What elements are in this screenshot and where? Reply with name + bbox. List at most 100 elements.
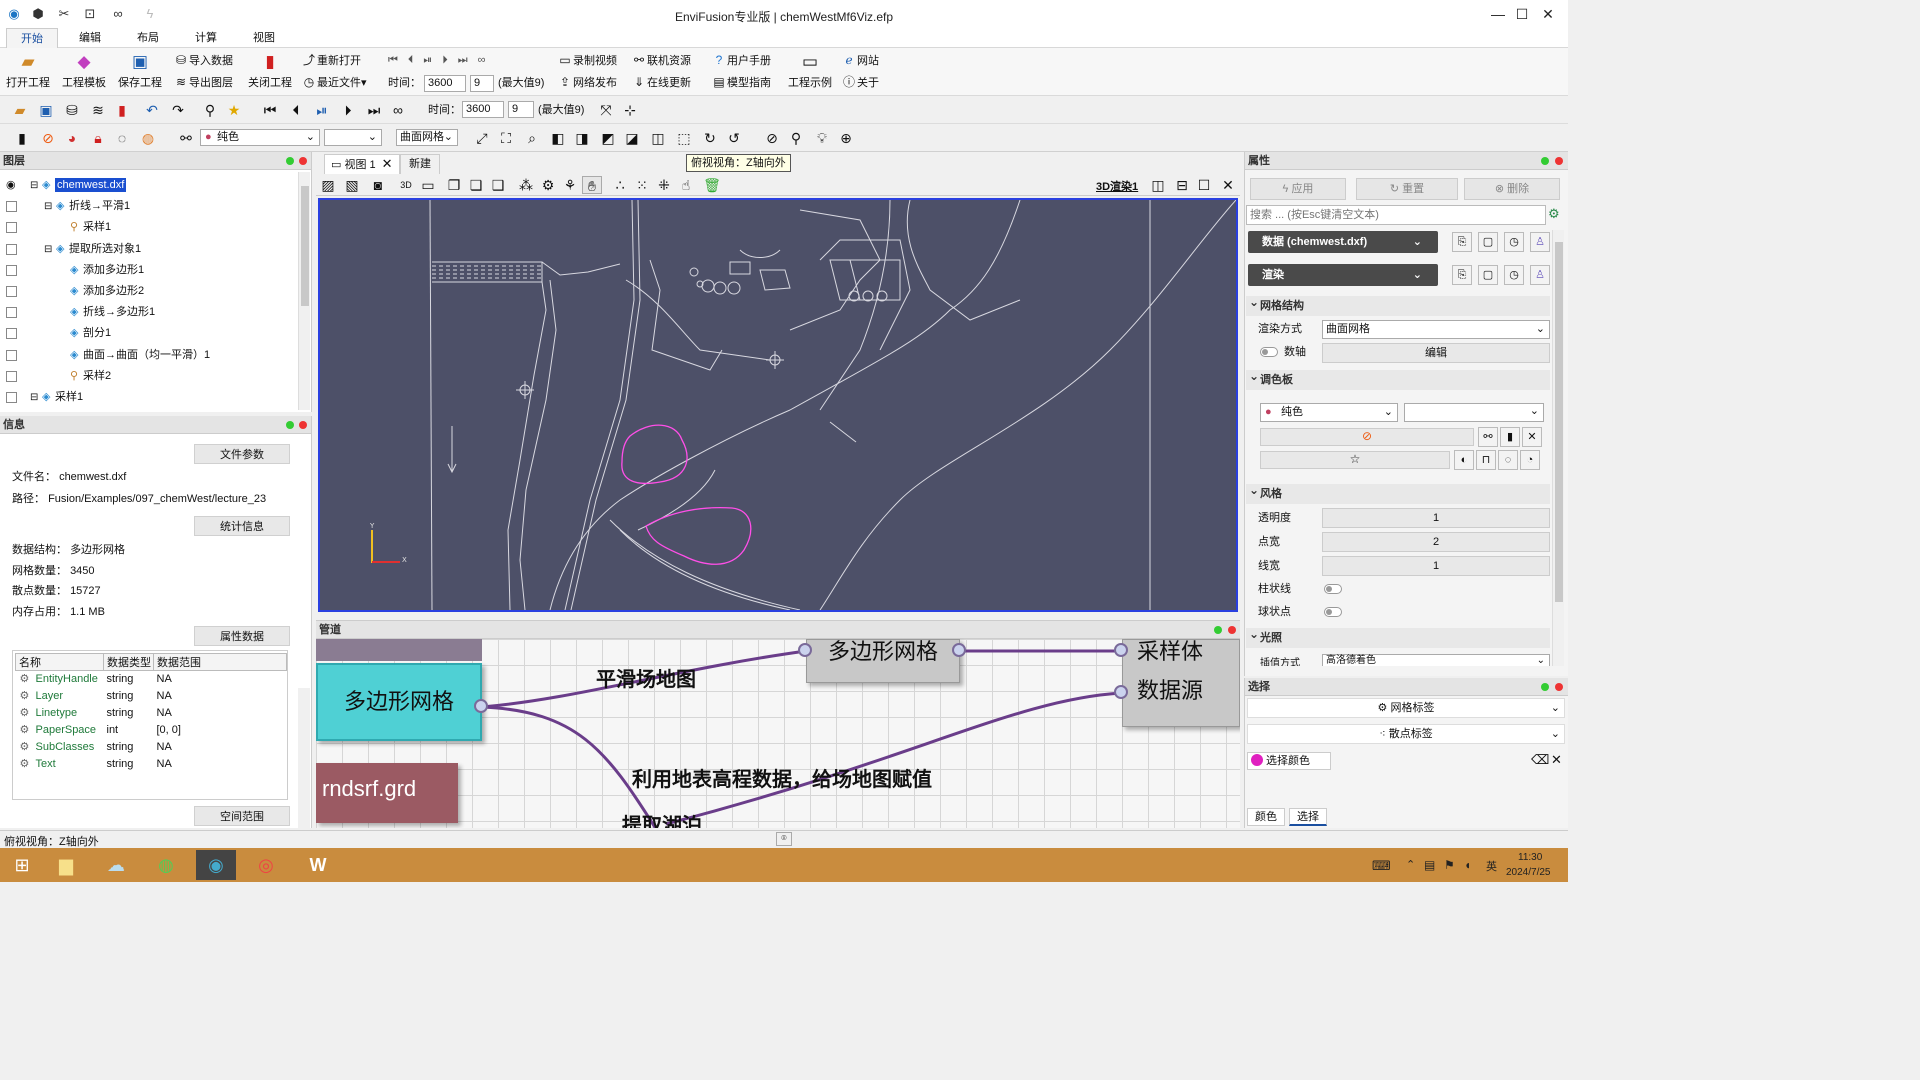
- cube-front-icon[interactable]: ◧: [548, 129, 568, 147]
- node-port[interactable]: [952, 643, 966, 657]
- prev-frame-icon[interactable]: ⏴: [286, 101, 306, 119]
- tab-close-icon[interactable]: ✕: [382, 156, 393, 171]
- cube-bottom-icon[interactable]: ◫: [648, 129, 668, 147]
- panel-float-icon[interactable]: [286, 157, 294, 165]
- tools-icon[interactable]: ✕: [1522, 427, 1542, 447]
- palette-secondary-select[interactable]: ⌄: [1404, 403, 1544, 422]
- lake-polygon-2[interactable]: [645, 506, 752, 565]
- expand-toggle-icon[interactable]: ⊟: [44, 196, 52, 217]
- chrome-icon[interactable]: ◎: [246, 850, 286, 880]
- secondary-select[interactable]: ⌄: [324, 129, 382, 146]
- line-width-value[interactable]: 1: [1322, 556, 1550, 576]
- close-project-button[interactable]: ▮ 关闭工程: [242, 50, 298, 94]
- layer-item[interactable]: ◈ 添加多边形1: [0, 260, 296, 281]
- layer-item[interactable]: ⚲ 采样1: [0, 217, 296, 238]
- panel-float-icon[interactable]: [1214, 626, 1222, 634]
- col-type[interactable]: 数据类型: [103, 653, 154, 671]
- select-nodes-icon[interactable]: ⚙: [538, 176, 558, 194]
- rotate-ccw-icon[interactable]: ↺: [724, 129, 744, 147]
- pipeline-node-poly-top[interactable]: 多边形网格: [806, 639, 960, 683]
- points-icon[interactable]: ∴: [610, 176, 630, 194]
- compass-icon[interactable]: ⊘: [762, 129, 782, 147]
- file-explorer-icon[interactable]: ▆: [46, 850, 86, 880]
- tube-toggle[interactable]: [1324, 584, 1342, 594]
- time-select[interactable]: 3600: [424, 75, 466, 92]
- expand-icon[interactable]: ⛶: [496, 129, 516, 147]
- menu-start[interactable]: 开始: [6, 28, 58, 48]
- hand-icon[interactable]: ✋︎: [582, 176, 602, 194]
- layer-item[interactable]: ◈ 曲面→曲面（均一平滑）1: [0, 345, 296, 366]
- bar-icon[interactable]: ▮: [1500, 427, 1520, 447]
- menu-compute[interactable]: 计算: [180, 28, 232, 48]
- user-icon[interactable]: ♙: [1530, 232, 1550, 252]
- panel-close-icon[interactable]: [299, 421, 307, 429]
- layer-checkbox[interactable]: [6, 286, 17, 297]
- tab-new[interactable]: 新建: [400, 154, 440, 174]
- image-icon[interactable]: ▨: [318, 176, 338, 194]
- rotate-cw-icon[interactable]: ↻: [700, 129, 720, 147]
- apply-button[interactable]: ϟ 应用: [1250, 178, 1346, 200]
- link-icon[interactable]: ⚯: [176, 129, 196, 147]
- scroll-thumb[interactable]: [301, 186, 309, 306]
- properties-scrollbar[interactable]: [1552, 230, 1564, 666]
- next-frame-icon[interactable]: ⏵: [338, 101, 358, 119]
- pipeline-node-grd[interactable]: rndsrf.grd: [316, 763, 458, 823]
- tab-color[interactable]: 颜色: [1247, 808, 1285, 826]
- lock-icon[interactable]: ⊓: [1476, 450, 1496, 470]
- layer-checkbox[interactable]: [6, 328, 17, 340]
- node-port[interactable]: [1114, 685, 1128, 699]
- import-data-button[interactable]: ⛁ 导入数据: [174, 51, 233, 69]
- maximize-button[interactable]: ☐: [1508, 4, 1536, 24]
- step-spinner-2[interactable]: 9: [508, 101, 534, 118]
- render-name[interactable]: 3D渲染1: [1096, 178, 1138, 194]
- point-select-icon[interactable]: ⁙: [632, 176, 652, 194]
- user-manual-button[interactable]: ? 用户手册: [712, 51, 771, 69]
- layer-checkbox[interactable]: [6, 243, 17, 255]
- cloud-icon[interactable]: ☁: [96, 850, 136, 880]
- first-frame-icon[interactable]: ⏮: [260, 101, 280, 119]
- volume-icon[interactable]: ◖: [1464, 858, 1471, 872]
- panel-float-icon[interactable]: [1541, 157, 1549, 165]
- selection-color-button[interactable]: 选择颜色: [1247, 752, 1331, 770]
- gradient-icon[interactable]: ◐: [1454, 450, 1474, 470]
- word-icon[interactable]: W: [298, 850, 338, 880]
- panel-close-icon[interactable]: [299, 157, 307, 165]
- open-project-button[interactable]: ▰ 打开工程: [0, 50, 56, 94]
- tab-view-1[interactable]: ▭ 视图 1 ✕: [324, 154, 400, 174]
- save-icon[interactable]: ▣: [36, 101, 56, 119]
- site-map-canvas[interactable]: Y X: [320, 200, 1236, 610]
- layer-checkbox[interactable]: [6, 222, 17, 234]
- reset-button[interactable]: ↻ 重置: [1356, 178, 1458, 200]
- expand-toggle-icon[interactable]: ⊟: [30, 175, 38, 196]
- node-port[interactable]: [474, 699, 488, 713]
- nodes-icon[interactable]: ⁂: [516, 176, 536, 194]
- pin-icon[interactable]: ⚲: [200, 101, 220, 119]
- zoom-nodes-icon[interactable]: ⚘: [560, 176, 580, 194]
- zoom-icon[interactable]: ⌕: [522, 129, 542, 147]
- gradient-icon[interactable]: ◍: [138, 129, 158, 147]
- loop-icon[interactable]: ∞: [388, 101, 408, 119]
- status-button[interactable]: ⌾: [776, 832, 792, 846]
- layer-item[interactable]: ◈ 剖分1: [0, 323, 296, 344]
- paste-icon[interactable]: ▢: [1478, 265, 1498, 285]
- table-row[interactable]: EntityHandle ⚙ string NA: [16, 671, 287, 688]
- close-window-button[interactable]: ✕: [1534, 4, 1562, 24]
- table-row[interactable]: Text ⚙ string NA: [16, 756, 287, 773]
- panel-float-icon[interactable]: [1541, 683, 1549, 691]
- eraser-icon[interactable]: ⌫: [1531, 752, 1549, 768]
- refresh-icon[interactable]: ◌: [1498, 450, 1518, 470]
- layer-checkbox[interactable]: [6, 264, 17, 276]
- record-video-button[interactable]: ▭ 录制视频: [558, 51, 617, 69]
- user-icon[interactable]: ♙: [1530, 265, 1550, 285]
- render-mode-select[interactable]: 曲面网格 ⌄: [396, 129, 458, 146]
- online-update-button[interactable]: ⇓ 在线更新: [632, 73, 691, 91]
- render-mode-property[interactable]: 曲面网格 ⌄: [1322, 320, 1550, 339]
- step-spinner[interactable]: 9: [470, 75, 494, 92]
- model-guide-button[interactable]: ▤ 模型指南: [712, 73, 771, 91]
- data-dropdown[interactable]: 数据 (chemwest.dxf) ⌄: [1248, 231, 1438, 253]
- mesh-group[interactable]: 网格结构: [1246, 292, 1550, 316]
- clock-time[interactable]: 11:30: [1518, 852, 1542, 863]
- layer-item[interactable]: ⊟ ◈ 提取所选对象1: [0, 239, 296, 260]
- table-row[interactable]: SubClasses ⚙ string NA: [16, 739, 287, 756]
- delete-button[interactable]: ⊗ 删除: [1464, 178, 1560, 200]
